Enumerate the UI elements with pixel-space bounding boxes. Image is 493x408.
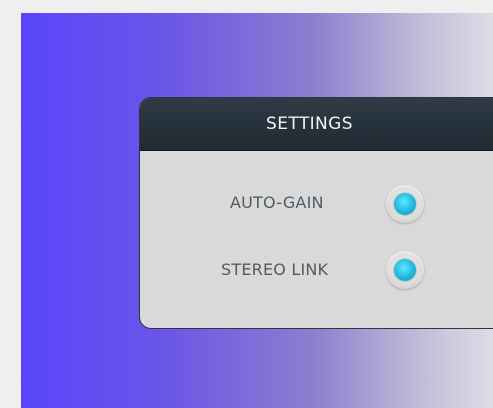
stereo-link-indicator-icon <box>394 259 416 281</box>
settings-panel: SETTINGS AUTO-GAIN STEREO LINK <box>139 97 493 329</box>
settings-title: SETTINGS <box>266 114 353 134</box>
settings-header: SETTINGS <box>140 98 493 151</box>
stereo-link-label: STEREO LINK <box>221 260 329 279</box>
window-frame: SETTINGS AUTO-GAIN STEREO LINK <box>0 0 493 408</box>
auto-gain-label: AUTO-GAIN <box>230 193 324 212</box>
stereo-link-toggle[interactable] <box>386 251 424 289</box>
auto-gain-toggle[interactable] <box>386 185 424 223</box>
auto-gain-indicator-icon <box>394 193 416 215</box>
